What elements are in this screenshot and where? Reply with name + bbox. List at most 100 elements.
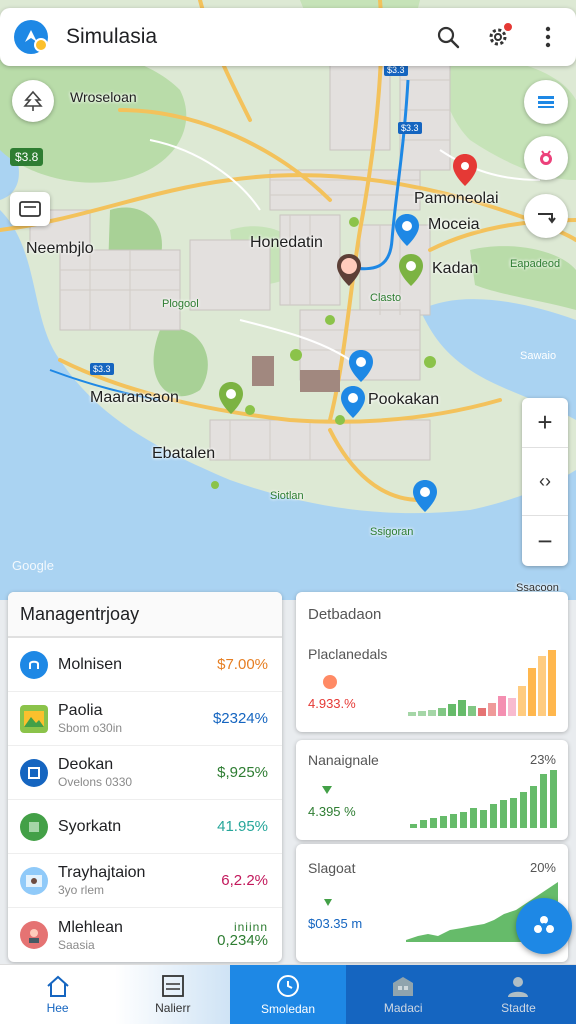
stat-subtitle: Placlanedals: [308, 646, 388, 662]
map-label-clasto: Clasto: [370, 292, 402, 304]
map-label-sawaio: Sawaio: [520, 350, 557, 362]
card-icon: [19, 201, 41, 217]
nav-item-home[interactable]: Hee: [0, 965, 115, 1024]
zoom-controls: + ‹› −: [522, 398, 568, 566]
favorites-button[interactable]: [524, 136, 568, 180]
zoom-in-button[interactable]: +: [522, 398, 568, 448]
nav-item-list[interactable]: Nalierr: [115, 965, 231, 1024]
green-pin-icon[interactable]: [218, 382, 244, 414]
home-icon: [46, 975, 69, 997]
row-name: Paolia: [58, 702, 103, 719]
layers-button[interactable]: [12, 80, 54, 122]
list-item[interactable]: Trayhajtaion 3yo rlem 6,2.2%: [8, 854, 282, 908]
map-attribution: Google: [12, 558, 54, 573]
map-label-ssigoran: Ssigoran: [370, 526, 414, 538]
map-icon: [20, 812, 48, 841]
stat-percent: 20%: [529, 860, 556, 875]
nav-item-profile[interactable]: Stadte: [460, 965, 576, 1024]
row-name: Deokan: [58, 756, 114, 773]
road-badge-left: $3.8: [10, 148, 44, 166]
map-label-wroseloan: Wroseloan: [70, 89, 137, 105]
landscape-icon: [20, 704, 48, 733]
photo-icon: [20, 866, 48, 895]
map-label-siotlan: Siotlan: [270, 490, 304, 502]
red-pin-icon[interactable]: [452, 154, 478, 186]
list-icon: [161, 975, 184, 997]
map-label-kadan: Kadan: [432, 260, 479, 277]
map-label-honedatin: Honedatin: [250, 234, 323, 251]
tree-icon: [23, 90, 43, 111]
nav-label: Hee: [46, 1001, 69, 1015]
menu-list-button[interactable]: [524, 80, 568, 124]
management-panel: Managentrjoay Molnisen $7.00% Paolia Sbom…: [8, 592, 282, 962]
directions-button[interactable]: [524, 194, 568, 238]
list-item[interactable]: Mlehlean Saasia iniinn 0,234%: [8, 908, 282, 962]
list-icon: [538, 96, 554, 108]
map-label-ebatalen: Ebatalen: [152, 445, 216, 462]
blue-pin-icon[interactable]: [412, 480, 438, 512]
map-label-pamoneolai: Pamoneolai: [414, 190, 499, 207]
stat-card-nanaignale[interactable]: Nanaignale 23% 4.395 %: [296, 740, 568, 840]
nav-label: Madaci: [383, 1001, 423, 1015]
row-sub: Saasia: [58, 937, 95, 952]
row-sub: 3yo rlem: [58, 883, 105, 897]
green-pin-icon[interactable]: [398, 254, 424, 286]
clock-icon: [277, 975, 299, 997]
top-app-bar: Simulasia: [0, 8, 576, 66]
stat-value: 4.395 %: [308, 804, 356, 819]
nav-label: Nalierr: [155, 1001, 191, 1015]
row-value: $7.00%: [217, 656, 268, 673]
card-view-button[interactable]: [10, 192, 50, 226]
stat-value: $03.35 m: [308, 916, 363, 931]
stat-percent: 23%: [529, 752, 556, 767]
stat-value: 4.933.%: [308, 696, 356, 711]
quick-action-button[interactable]: [516, 898, 572, 954]
search-icon[interactable]: [434, 23, 462, 51]
list-item[interactable]: Paolia Sbom o30in $2324%: [8, 692, 282, 746]
stat-card-detbadaon[interactable]: Detbadaon Placlanedals 4.933.%: [296, 592, 568, 732]
bar-chart-green: [410, 770, 557, 828]
row-sub: Sbom o30in: [58, 721, 123, 735]
row-value: 41.95%: [217, 818, 268, 835]
list-item[interactable]: Molnisen $7.00%: [8, 638, 282, 692]
row-sub: Ovelons 0330: [58, 775, 133, 789]
bug-icon: [540, 150, 552, 165]
map-label-eapadeod: Eapadeod: [510, 258, 561, 270]
flower-icon: [534, 916, 554, 933]
row-name: Trayhajtaion: [58, 864, 146, 881]
stat-title: Slagoat: [308, 860, 356, 876]
avatar-icon: [20, 921, 48, 949]
map-label-masanasaon: Maaransaon: [90, 389, 179, 406]
blue-square-icon: [20, 758, 48, 787]
row-name: Syorkatn: [58, 817, 122, 835]
row-name: Mlehlean: [58, 918, 123, 936]
avatar-pin-icon[interactable]: [336, 254, 362, 286]
map-label-mocela: Moceia: [428, 216, 480, 233]
stat-title: Nanaignale: [308, 752, 379, 768]
zoom-out-button[interactable]: −: [522, 516, 568, 566]
turn-icon: [538, 213, 556, 224]
person-icon: [508, 977, 529, 997]
blue-pin-icon[interactable]: [340, 386, 366, 418]
list-item[interactable]: Deokan Ovelons 0330 $,925%: [8, 746, 282, 800]
blue-pin-icon[interactable]: [348, 350, 374, 382]
bar-chart-orange: [408, 650, 556, 716]
blue-pin-icon[interactable]: [394, 214, 420, 246]
map-view[interactable]: Wroseloan Neembjlo Honedatin Pamoneolai …: [0, 0, 576, 600]
list-item[interactable]: Syorkatn 41.95%: [8, 800, 282, 854]
app-title: Simulasia: [66, 25, 158, 48]
blue-circle-icon: [20, 650, 48, 679]
row-name: Molnisen: [58, 655, 123, 673]
nav-item-building[interactable]: Madaci: [345, 965, 461, 1024]
settings-gear-icon[interactable]: [484, 21, 514, 51]
nav-label: Smoledan: [260, 1002, 316, 1016]
map-label-nembjlo: Neembjlo: [26, 240, 94, 257]
bottom-navigation: Hee Nalierr Smoledan Madaci Stadte: [0, 964, 576, 1024]
orange-dot-icon: [323, 675, 337, 689]
road-badge-blue-left: $3.3: [90, 363, 114, 375]
more-vert-icon[interactable]: [534, 23, 562, 51]
stat-title: Detbadaon: [308, 606, 382, 623]
nav-item-clock[interactable]: Smoledan: [230, 965, 346, 1024]
pan-button[interactable]: ‹›: [522, 448, 568, 516]
green-arrow-icon: [324, 899, 332, 906]
